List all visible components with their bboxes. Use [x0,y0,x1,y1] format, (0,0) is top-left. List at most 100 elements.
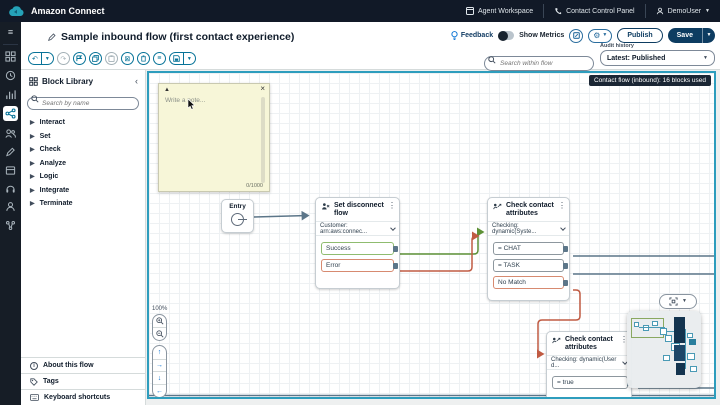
check-contact-attributes-icon [493,202,502,211]
output-port[interactable] [563,263,568,269]
brand[interactable]: Amazon Connect [0,4,105,18]
paste-button[interactable] [105,52,118,65]
output-true[interactable]: = true [552,376,628,389]
zoom-out-button[interactable] [153,327,166,340]
check-contact-attributes-block-2[interactable]: Check contact attributes ⋮ Checking: dyn… [546,331,632,399]
audit-history-value: Latest: Published [607,55,665,62]
chevron-down-icon [560,225,566,231]
flag-icon [76,55,83,62]
minimap-toggle[interactable]: ▼ [659,294,697,309]
user-icon [656,7,664,15]
mouse-cursor-icon [187,99,196,110]
chevron-down-icon[interactable]: ▼ [183,53,195,64]
pan-up-button[interactable]: ↑ [153,346,166,359]
routing-flows-icon[interactable] [3,106,18,121]
save-button[interactable]: Save [668,28,702,43]
show-metrics-toggle[interactable] [498,31,514,40]
minimap[interactable] [627,311,701,388]
output-success[interactable]: Success [321,242,394,255]
chevron-right-icon: ▶ [30,160,35,167]
delete-button[interactable] [137,52,150,65]
flow-type-badge: Contact flow (inbound): 16 blocks used [589,75,711,86]
close-icon[interactable]: × [260,85,265,93]
check-contact-attributes-block-1[interactable]: Check contact attributes ⋮ Checking: dyn… [487,197,570,301]
redo-button[interactable]: ↷ [57,52,70,65]
menu-icon[interactable]: ≡ [0,22,21,44]
note-handle-icon: ▲ [164,87,170,93]
category-integrate[interactable]: ▶Integrate [21,184,145,198]
collapse-panel-icon[interactable]: ‹ [135,77,138,86]
category-set[interactable]: ▶Set [21,130,145,144]
kebab-menu-icon[interactable]: ⋮ [558,202,566,210]
search-within-flow-input[interactable] [484,56,594,71]
zoom-in-button[interactable] [153,315,166,327]
category-logic[interactable]: ▶Logic [21,170,145,184]
kebab-menu-icon[interactable]: ⋮ [388,202,396,210]
edit-icon[interactable] [3,144,18,159]
remove-block-button[interactable]: ⊠ [121,52,134,65]
output-chat[interactable]: = CHAT [493,242,564,255]
feedback-label: Feedback [461,32,493,39]
connector-entry-to-set-disconnect [254,216,308,218]
gear-icon: ⚙ [593,32,600,40]
note-scrollbar[interactable] [261,97,265,183]
output-task[interactable]: = TASK [493,259,564,272]
output-port[interactable] [393,263,398,269]
sticky-note[interactable]: ▲ × Write a note... 0/1000 [158,83,270,192]
edit-title-icon[interactable] [48,33,56,41]
output-port[interactable] [393,246,398,252]
block-parameter[interactable]: Customer: arn:aws:connec... [316,221,399,236]
flow-export-button[interactable] [569,29,583,43]
notes-button[interactable]: ≡ [153,52,166,65]
search-icon [31,95,39,103]
output-port[interactable] [563,246,568,252]
note-placeholder[interactable]: Write a note... [165,97,205,104]
agent-icon[interactable] [3,199,18,214]
publish-button[interactable]: Publish [617,28,662,43]
entry-block[interactable]: Entry [221,199,254,233]
metrics-icon[interactable] [3,87,18,102]
set-disconnect-flow-block[interactable]: Set disconnect flow ⋮ Customer: arn:aws:… [315,197,400,289]
undo-split-button[interactable]: ↶▼ [28,52,54,65]
contact-control-panel-link[interactable]: Contact Control Panel [543,4,644,18]
brand-label: Amazon Connect [31,6,105,16]
settings-button[interactable]: ⚙▼ [588,29,612,43]
agent-workspace-link[interactable]: Agent Workspace [456,4,543,18]
chevron-down-icon[interactable]: ▼ [41,53,53,64]
snap-button[interactable] [73,52,86,65]
connector-success [400,232,483,254]
pan-down-button[interactable]: ↓ [153,371,166,384]
save-menu-button[interactable]: ▼ [702,28,715,43]
history-icon[interactable] [3,68,18,83]
output-port[interactable] [563,280,568,286]
block-parameter[interactable]: Checking: dynamic(User d... [547,355,631,370]
pan-right-button[interactable]: → [153,359,166,372]
disk-icon[interactable] [170,53,183,64]
user-menu[interactable]: DemoUser ▼ [645,4,720,18]
output-error[interactable]: Error [321,259,394,272]
category-terminate[interactable]: ▶Terminate [21,197,145,211]
save-flow-split-button[interactable]: ▼ [169,52,196,65]
copy-button[interactable] [89,52,102,65]
dashboard-icon[interactable] [3,49,18,64]
category-check[interactable]: ▶Check [21,143,145,157]
audit-history-select[interactable]: Audit history Latest: Published▼ [600,43,715,66]
pan-left-button[interactable]: ← [153,384,166,397]
undo-icon[interactable]: ↶ [29,53,41,64]
arrow-right-icon: → [156,362,163,369]
category-interact[interactable]: ▶Interact [21,116,145,130]
users-icon[interactable] [3,126,18,141]
block-search-input[interactable] [27,97,139,110]
tags-button[interactable]: Tags [21,373,145,389]
headset-icon[interactable] [3,181,18,196]
about-this-flow-button[interactable]: iAbout this flow [21,357,145,373]
output-no-match[interactable]: No Match [493,276,564,289]
block-library-panel: Block Library ‹ ▶Interact ▶Set ▶Check ▶A… [21,70,146,405]
block-parameter[interactable]: Checking: dynamic(Syste... [488,221,569,236]
keyboard-shortcuts-button[interactable]: Keyboard shortcuts [21,389,145,405]
category-analyze[interactable]: ▶Analyze [21,157,145,171]
feedback-button[interactable]: Feedback [451,31,493,40]
social-icon[interactable] [3,218,18,233]
flow-canvas[interactable]: Contact flow (inbound): 16 blocks used ▲… [147,71,716,399]
channels-icon[interactable] [3,163,18,178]
